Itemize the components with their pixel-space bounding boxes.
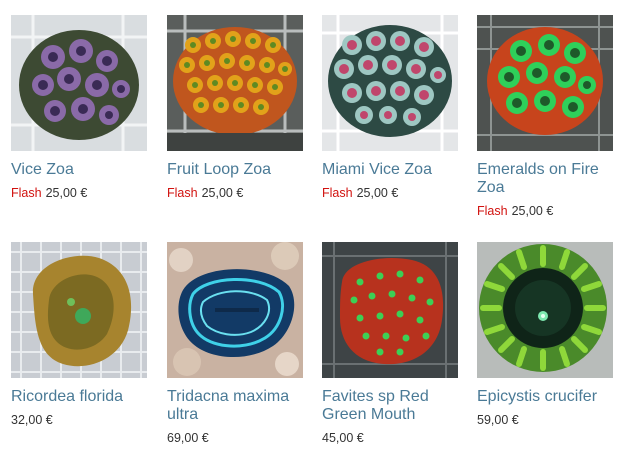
- zoanthid-coral-photo: [167, 15, 303, 151]
- product-grid: Vice Zoa Flash 25,00 € Fruit Loop Zoa Fl…: [0, 0, 624, 455]
- product-title[interactable]: Ricordea florida: [11, 388, 147, 406]
- product-image-miami-vice-zoa[interactable]: [322, 15, 458, 151]
- product-card: Miami Vice Zoa Flash 25,00 €: [322, 15, 458, 201]
- flash-badge: Flash: [477, 204, 508, 218]
- product-card: Ricordea florida 32,00 €: [11, 242, 147, 428]
- product-image-emeralds-on-fire-zoa[interactable]: [477, 15, 613, 151]
- product-image-ricordea-florida[interactable]: [11, 242, 147, 378]
- product-price-line: Flash 25,00 €: [11, 185, 147, 201]
- product-price-line: 45,00 €: [322, 430, 458, 446]
- product-price-line: Flash 25,00 €: [167, 185, 303, 201]
- ricordea-coral-photo: [11, 242, 147, 378]
- flash-badge: Flash: [322, 186, 353, 200]
- product-card: Vice Zoa Flash 25,00 €: [11, 15, 147, 201]
- product-title[interactable]: Fruit Loop Zoa: [167, 161, 303, 179]
- product-image-vice-zoa[interactable]: [11, 15, 147, 151]
- product-image-favites-red-green-mouth[interactable]: [322, 242, 458, 378]
- product-title[interactable]: Vice Zoa: [11, 161, 147, 179]
- product-title[interactable]: Emeralds on Fire Zoa: [477, 161, 613, 197]
- product-price: 32,00 €: [11, 413, 53, 427]
- product-price: 25,00 €: [511, 204, 554, 218]
- product-price: 45,00 €: [322, 431, 364, 445]
- anemone-photo: [477, 242, 613, 378]
- product-price: 25,00 €: [356, 186, 399, 200]
- product-price: 69,00 €: [167, 431, 209, 445]
- product-card: Fruit Loop Zoa Flash 25,00 €: [167, 15, 303, 201]
- product-card: Tridacna maxima ultra 69,00 €: [167, 242, 303, 446]
- product-price: 25,00 €: [201, 186, 244, 200]
- product-price-line: Flash 25,00 €: [322, 185, 458, 201]
- product-image-fruit-loop-zoa[interactable]: [167, 15, 303, 151]
- product-price-line: 69,00 €: [167, 430, 303, 446]
- product-price-line: 59,00 €: [477, 412, 613, 428]
- favites-coral-photo: [322, 242, 458, 378]
- product-card: Epicystis crucifer 59,00 €: [477, 242, 613, 428]
- flash-badge: Flash: [167, 186, 198, 200]
- product-card: Emeralds on Fire Zoa Flash 25,00 €: [477, 15, 613, 219]
- product-price-line: Flash 25,00 €: [477, 203, 613, 219]
- zoanthid-coral-photo: [11, 15, 147, 151]
- product-title[interactable]: Tridacna maxima ultra: [167, 388, 303, 424]
- zoanthid-coral-photo: [322, 15, 458, 151]
- product-title[interactable]: Favites sp Red Green Mouth: [322, 388, 458, 424]
- product-price: 25,00 €: [45, 186, 88, 200]
- product-card: Favites sp Red Green Mouth 45,00 €: [322, 242, 458, 446]
- product-title[interactable]: Epicystis crucifer: [477, 388, 613, 406]
- zoanthid-coral-photo: [477, 15, 613, 151]
- product-image-epicystis-crucifer[interactable]: [477, 242, 613, 378]
- product-price-line: 32,00 €: [11, 412, 147, 428]
- flash-badge: Flash: [11, 186, 42, 200]
- product-title[interactable]: Miami Vice Zoa: [322, 161, 458, 179]
- product-image-tridacna-maxima-ultra[interactable]: [167, 242, 303, 378]
- product-price: 59,00 €: [477, 413, 519, 427]
- giant-clam-photo: [167, 242, 303, 378]
